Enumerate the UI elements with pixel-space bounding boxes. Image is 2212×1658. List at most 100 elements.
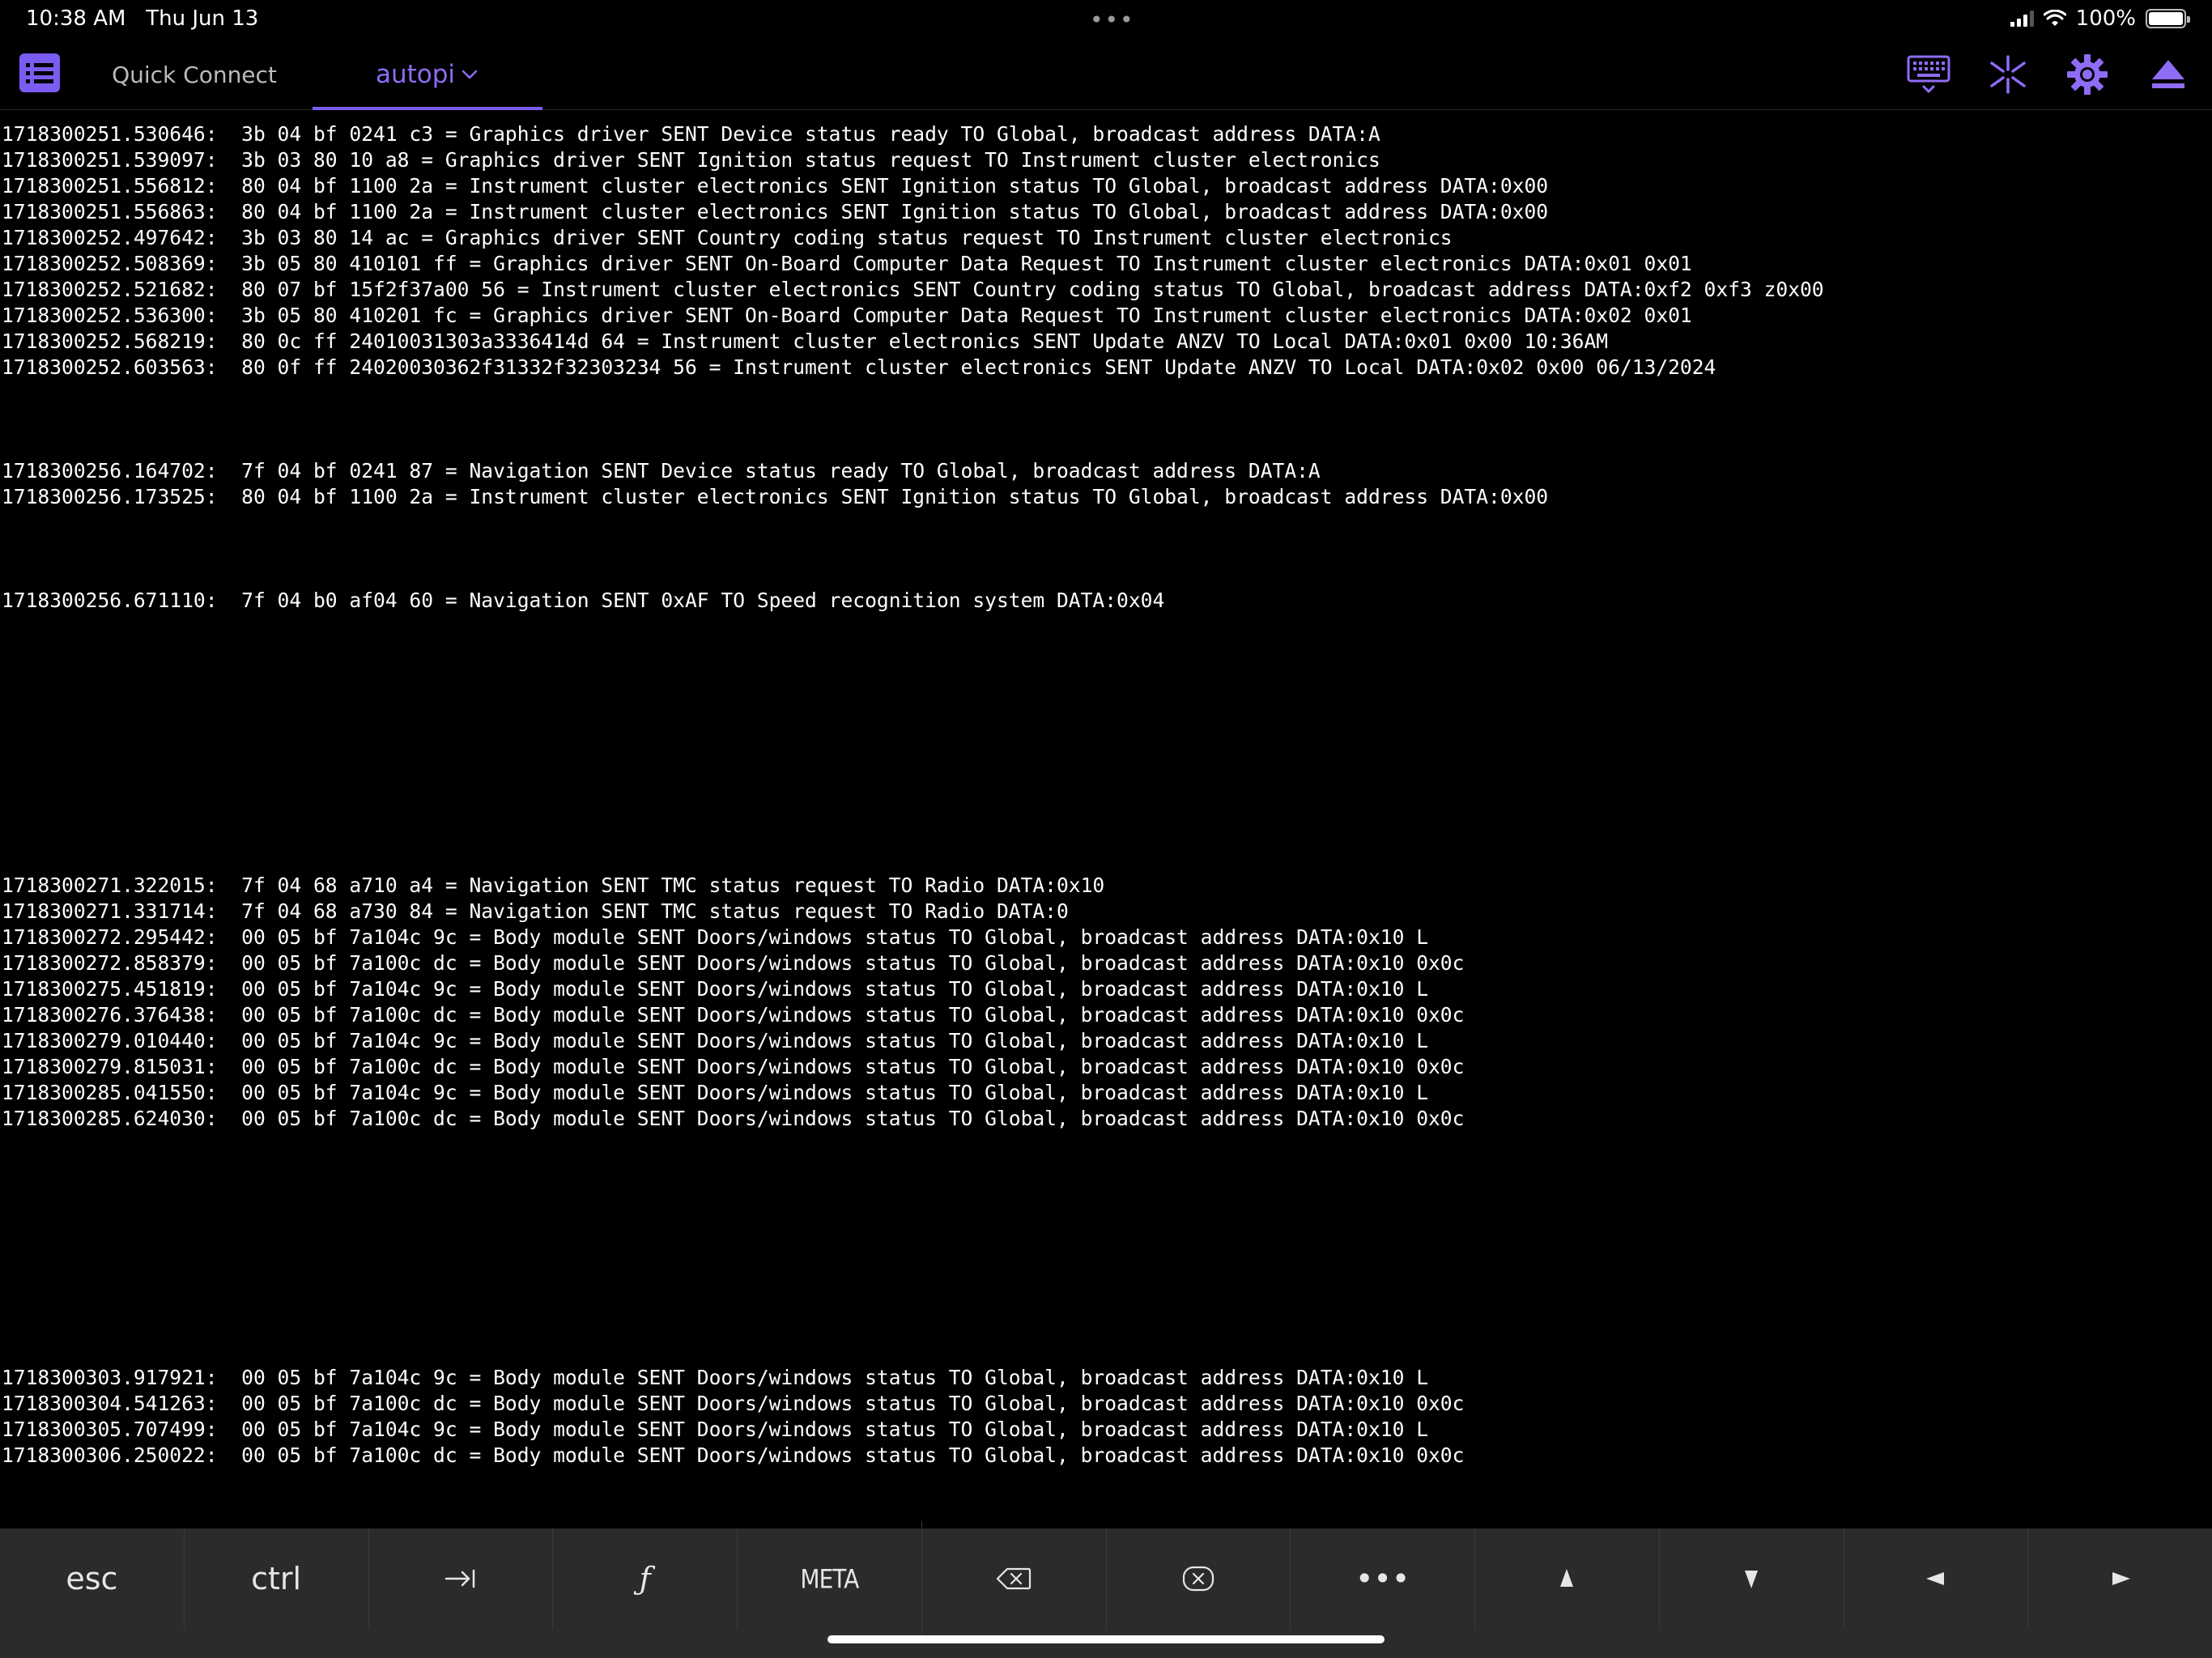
delete-left-key[interactable] [922,1528,1107,1629]
terminal-line: 1718300252.568219: 80 0c ff 24010031303a… [2,329,1609,353]
arrow-down-key[interactable] [1660,1528,1844,1629]
arrow-up-key[interactable] [1475,1528,1660,1629]
meta-key[interactable]: META [738,1520,922,1637]
terminal-line: 1718300285.041550: 00 05 bf 7a104c 9c = … [2,1081,1428,1104]
terminal-line: 1718300271.331714: 7f 04 68 a730 84 = Na… [2,899,1069,923]
active-tab-indicator [313,107,542,110]
arrow-down-icon [1745,1571,1759,1588]
home-indicator[interactable] [827,1635,1385,1643]
terminal-line: 1718300256.671110: 7f 04 b0 af04 60 = Na… [2,589,1165,612]
terminal-line: 1718300256.164702: 7f 04 bf 0241 87 = Na… [2,459,1321,483]
more-key[interactable]: ••• [1291,1528,1475,1629]
terminal-line: 1718300271.322015: 7f 04 68 a710 a4 = Na… [2,874,1105,897]
tab-label: autopi [375,60,456,89]
arrow-right-key[interactable] [2028,1528,2212,1629]
meta-key-label: META [800,1563,859,1594]
terminal-line: 1718300306.250022: 00 05 bf 7a100c dc = … [2,1443,1465,1467]
tab-autopi[interactable]: autopi [313,39,542,110]
terminal-line: 1718300252.497642: 3b 03 80 14 ac = Grap… [2,226,1453,249]
terminal-line: 1718300272.858379: 00 05 bf 7a100c dc = … [2,951,1465,975]
terminal-line: 1718300276.376438: 00 05 bf 7a100c dc = … [2,1003,1465,1027]
delete-left-icon [997,1567,1032,1590]
function-key[interactable]: ƒ [553,1528,738,1629]
terminal-line: 1718300251.539097: 3b 03 80 10 a8 = Grap… [2,148,1380,172]
tab-icon [445,1569,475,1588]
battery-fill [2149,12,2183,25]
tab-label: Quick Connect [112,61,277,88]
terminal-line: 1718300251.556812: 80 04 bf 1100 2a = In… [2,174,1549,198]
status-date: Thu Jun 13 [146,6,259,31]
keyboard-icon[interactable] [1906,53,1951,96]
extra-keys-bar: esc ctrl ƒ META ••• [0,1520,2212,1658]
esc-key-label: esc [66,1561,118,1596]
ctrl-key-label: ctrl [251,1561,302,1596]
terminal-line: 1718300305.707499: 00 05 bf 7a104c 9c = … [2,1418,1428,1441]
delete-right-key[interactable] [1107,1528,1291,1629]
gear-icon[interactable] [2065,53,2110,96]
battery-icon [2146,9,2190,28]
terminal-line: 1718300252.603563: 80 0f ff 24020030362f… [2,355,1716,379]
eject-icon[interactable] [2146,53,2191,96]
esc-key[interactable]: esc [0,1528,185,1629]
delete-right-icon [1182,1566,1214,1592]
terminal-line: 1718300304.541263: 00 05 bf 7a100c dc = … [2,1392,1465,1415]
arrow-right-icon [2112,1572,2130,1585]
terminal-line: 1718300251.530646: 3b 04 bf 0241 c3 = Gr… [2,122,1380,146]
terminal-line: 1718300279.815031: 00 05 bf 7a100c dc = … [2,1055,1465,1078]
terminal-line: 1718300275.451819: 00 05 bf 7a104c 9c = … [2,977,1428,1001]
sparkle-icon[interactable] [1985,53,2031,96]
terminal-line: 1718300256.173525: 80 04 bf 1100 2a = In… [2,485,1549,508]
more-icon: ••• [1355,1561,1410,1596]
terminal-line: 1718300303.917921: 00 05 bf 7a104c 9c = … [2,1366,1428,1389]
terminal-output[interactable]: 1718300251.530646: 3b 04 bf 0241 c3 = Gr… [0,121,2212,1527]
terminal-line: 1718300279.010440: 00 05 bf 7a104c 9c = … [2,1029,1428,1052]
status-time: 10:38 AM Thu Jun 13 [26,6,259,31]
terminal-line: 1718300252.536300: 3b 05 80 410201 fc = … [2,304,1692,327]
top-toolbar: Quick Connect autopi [0,39,2212,110]
terminal-line: 1718300252.521682: 80 07 bf 15f2f37a00 5… [2,278,1824,301]
arrow-left-icon [1925,1572,1944,1585]
arrow-up-icon [1560,1569,1574,1587]
function-icon: ƒ [639,1561,651,1596]
chevron-down-icon[interactable] [460,65,479,84]
list-icon[interactable] [19,53,60,92]
multitasking-dots-icon[interactable]: ••• [1090,6,1135,33]
battery-percent: 100% [2075,6,2136,31]
terminal-line: 1718300251.556863: 80 04 bf 1100 2a = In… [2,200,1549,223]
cellular-signal-icon [2010,11,2034,27]
tab-quick-connect[interactable]: Quick Connect [89,39,300,110]
terminal-line: 1718300285.624030: 00 05 bf 7a100c dc = … [2,1107,1465,1130]
status-bar: 10:38 AM Thu Jun 13 ••• 100% [0,0,2212,39]
arrow-left-key[interactable] [1844,1528,2029,1629]
ctrl-key[interactable]: ctrl [185,1528,369,1629]
status-indicators: 100% [2010,6,2190,31]
wifi-icon [2043,10,2066,26]
terminal-line: 1718300252.508369: 3b 05 80 410101 ff = … [2,252,1692,275]
terminal-line: 1718300272.295442: 00 05 bf 7a104c 9c = … [2,925,1428,949]
tab-key[interactable] [369,1528,554,1629]
